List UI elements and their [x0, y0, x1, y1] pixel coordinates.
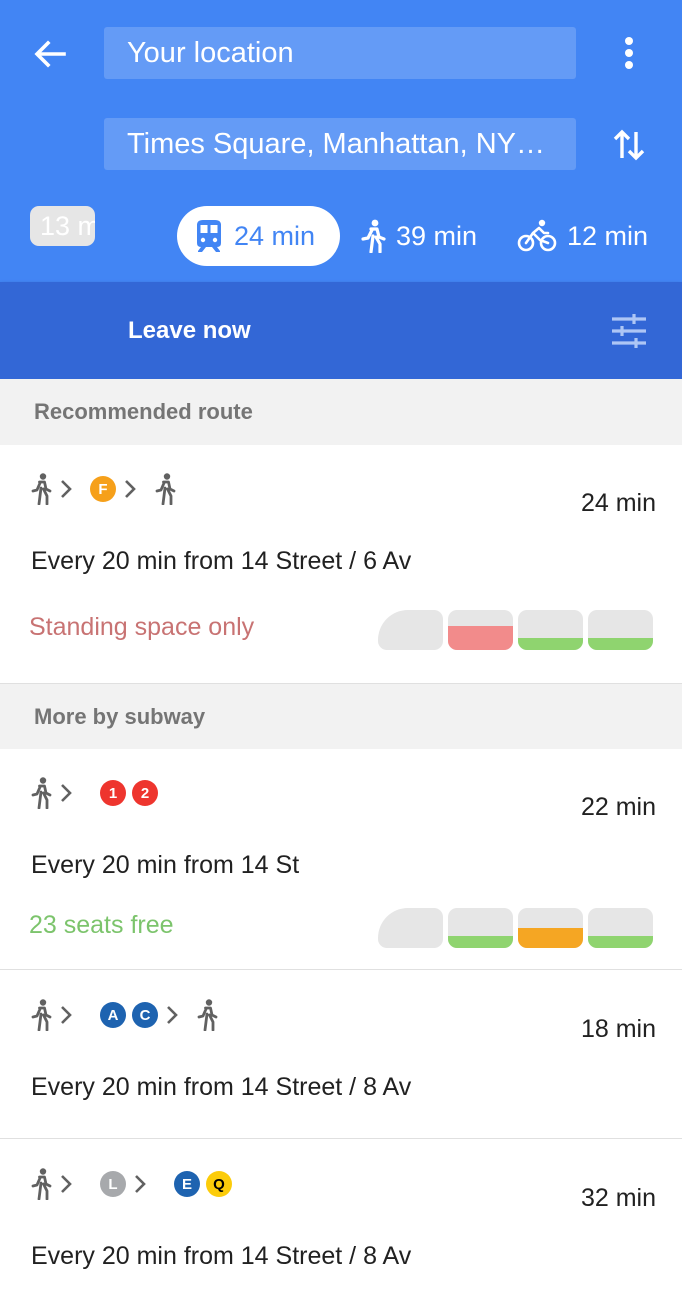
section-recommended-route: Recommended route [0, 379, 682, 445]
cycling-time: 12 min [567, 220, 649, 251]
walking-time: 39 min [396, 220, 478, 251]
back-button[interactable] [28, 32, 72, 76]
destination-field[interactable]: Times Square, Manhattan, NY… [104, 118, 576, 170]
tab-walking[interactable]: 39 min [360, 206, 477, 266]
swap-vert-icon [613, 129, 645, 161]
tab-transit[interactable]: 24 min [177, 206, 340, 266]
route-duration: 32 min [580, 1184, 656, 1212]
route-card[interactable]: 1 2 22 min Every 20 min from 14 St 23 se… [0, 749, 682, 970]
route-steps: F [30, 472, 182, 506]
train-car [518, 908, 583, 948]
crowding-status: Standing space only [29, 613, 255, 641]
walk-icon [31, 1168, 52, 1200]
chevron-right-icon [61, 1006, 72, 1024]
walk-icon [31, 999, 52, 1031]
chevron-right-icon [125, 480, 136, 498]
more-vert-icon [625, 37, 633, 69]
route-steps: 1 2 [30, 776, 164, 810]
transit-time: 24 min [234, 220, 316, 251]
train-car-lead [378, 610, 443, 650]
travel-mode-tabs: 13 min 24 min 39 min 12 min [0, 206, 682, 266]
route-card[interactable]: A C 18 min Every 20 min from 14 Street /… [0, 971, 682, 1139]
route-options-button[interactable] [608, 312, 650, 350]
line-badge-l: L [100, 1171, 126, 1197]
line-badge-2: 2 [132, 780, 158, 806]
chevron-right-icon [61, 1175, 72, 1193]
chevron-right-icon [135, 1175, 146, 1193]
arrow-back-icon [34, 40, 66, 68]
route-steps: A C [30, 998, 224, 1032]
train-car [518, 610, 583, 650]
line-badge-f: F [90, 476, 116, 502]
train-car-lead [378, 908, 443, 948]
route-frequency: Every 20 min from 14 Street / 8 Av [31, 1242, 412, 1270]
route-frequency: Every 20 min from 14 St [31, 851, 300, 879]
tab-driving[interactable]: 13 min [30, 206, 95, 246]
crowding-status: 23 seats free [29, 911, 174, 939]
route-duration: 22 min [580, 793, 656, 821]
route-frequency: Every 20 min from 14 Street / 8 Av [31, 1073, 412, 1101]
chevron-right-icon [61, 480, 72, 498]
departure-bar: Leave now [0, 282, 682, 379]
walk-icon [31, 777, 52, 809]
train-car [448, 908, 513, 948]
more-options-button[interactable] [612, 33, 646, 73]
walk-icon [197, 999, 218, 1031]
train-car [588, 908, 653, 948]
line-badge-a: A [100, 1002, 126, 1028]
route-card[interactable]: F 24 min Every 20 min from 14 Street / 6… [0, 445, 682, 682]
section-more-by-subway: More by subway [0, 683, 682, 749]
bike-icon [517, 219, 557, 252]
chevron-right-icon [167, 1006, 178, 1024]
swap-directions-button[interactable] [608, 124, 650, 166]
line-badge-1: 1 [100, 780, 126, 806]
train-car [588, 610, 653, 650]
train-crowding-indicator [378, 908, 654, 948]
walk-icon [31, 473, 52, 505]
route-duration: 18 min [580, 1015, 656, 1043]
tab-cycling[interactable]: 12 min [517, 206, 648, 266]
tune-icon [612, 314, 646, 348]
leave-now-button[interactable]: Leave now [128, 282, 251, 379]
walk-icon [361, 219, 386, 253]
route-frequency: Every 20 min from 14 Street / 6 Av [31, 547, 412, 575]
line-badge-q: Q [206, 1171, 232, 1197]
chevron-right-icon [61, 784, 72, 802]
route-card[interactable]: L E Q 32 min Every 20 min from 14 Street… [0, 1140, 682, 1292]
directions-header: Your location Times Square, Manhattan, N… [0, 0, 682, 282]
line-badge-e: E [174, 1171, 200, 1197]
walk-icon [155, 473, 176, 505]
route-steps: L E Q [30, 1167, 238, 1201]
train-crowding-indicator [378, 610, 654, 650]
train-icon [197, 220, 221, 252]
train-car [448, 610, 513, 650]
line-badge-c: C [132, 1002, 158, 1028]
route-duration: 24 min [580, 489, 656, 517]
origin-field[interactable]: Your location [104, 27, 576, 79]
driving-time: 13 min [40, 210, 95, 241]
